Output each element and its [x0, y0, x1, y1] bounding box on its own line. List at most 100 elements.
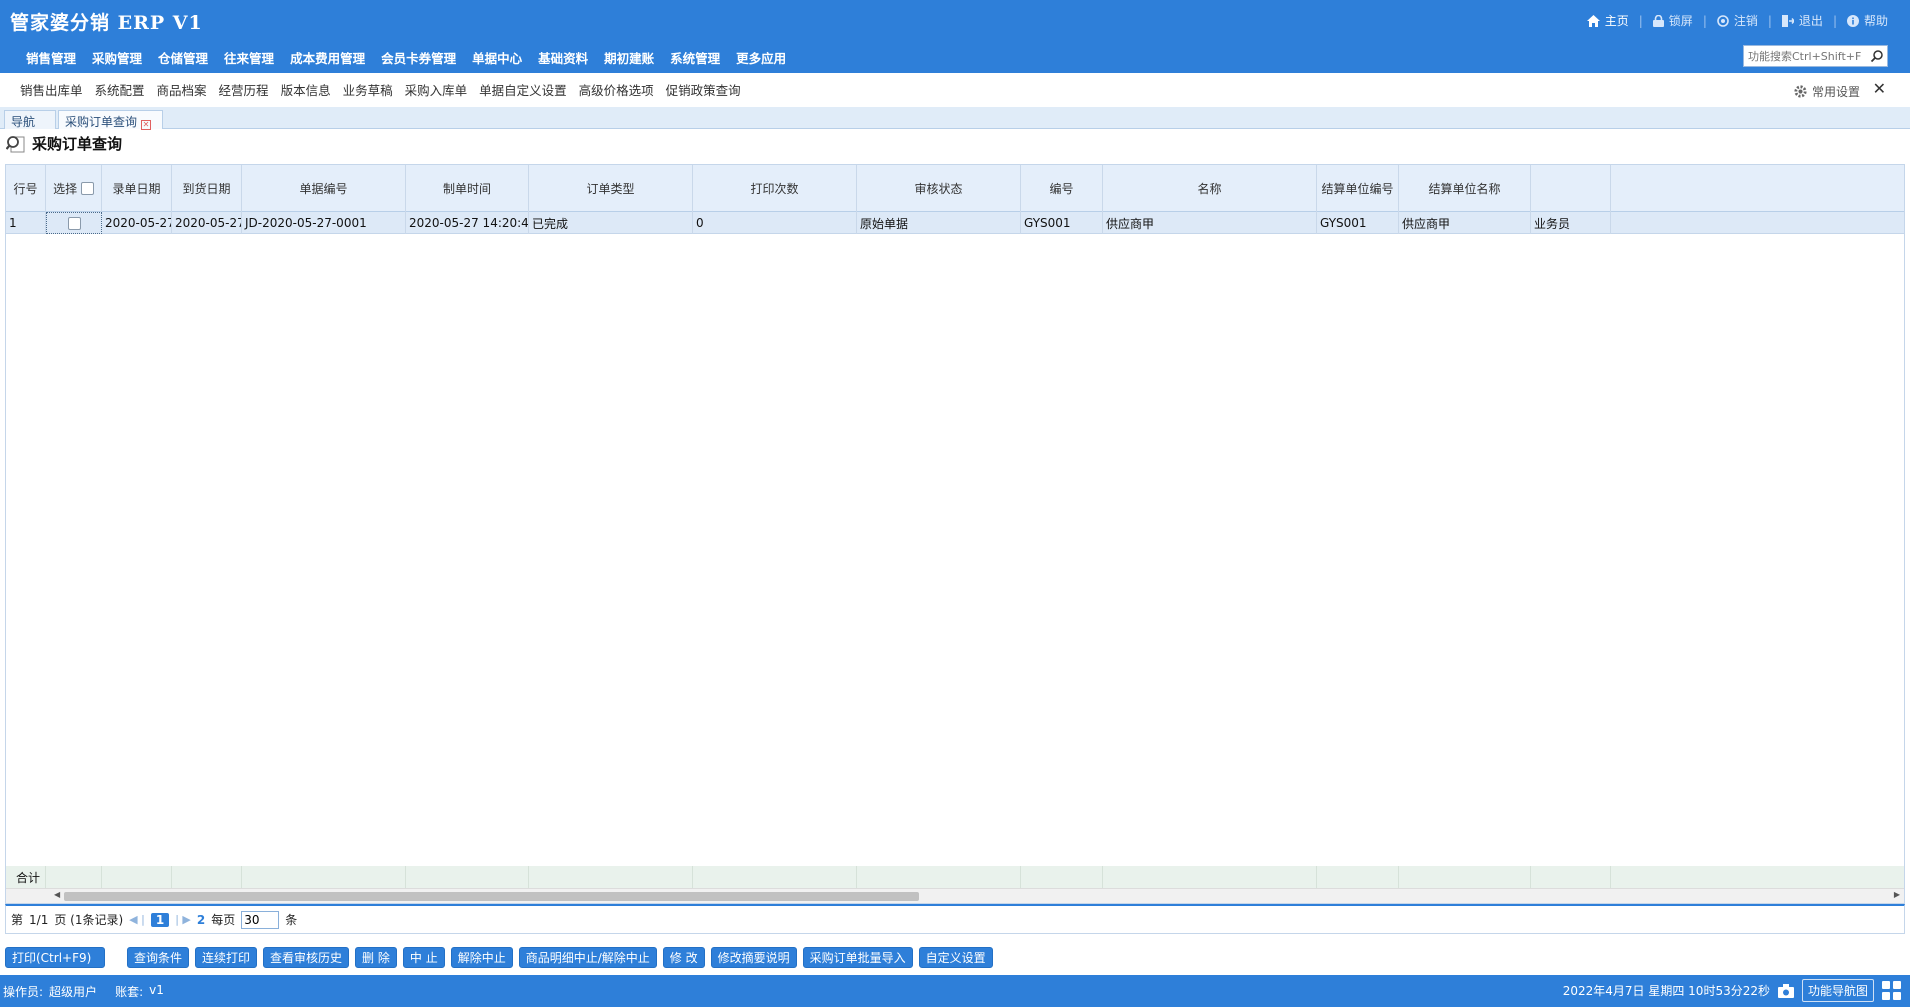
menu-purchase[interactable]: 采购管理	[84, 48, 150, 67]
menu-sales[interactable]: 销售管理	[18, 48, 84, 67]
next-page-icon[interactable]: | ▶	[175, 913, 191, 926]
help-icon	[1846, 14, 1859, 27]
cell-code: GYS001	[1021, 212, 1103, 234]
home-icon	[1586, 14, 1600, 27]
scroll-left-icon[interactable]: ◀	[54, 890, 60, 899]
menu-document-center[interactable]: 单据中心	[464, 48, 530, 67]
table-row[interactable]: 1 2020-05-27 2020-05-27 JD-2020-05-27-00…	[6, 212, 1904, 234]
grid-header: 行号 选择 录单日期 到货日期 单据编号 制单时间 订单类型 打印次数 审核状态…	[6, 165, 1904, 212]
prev-page-icon[interactable]: ◀ |	[129, 913, 145, 926]
lock-icon	[1652, 14, 1664, 27]
quick-link-product-archive[interactable]: 商品档案	[151, 80, 213, 99]
exit-link-label: 退出	[1798, 14, 1823, 28]
menu-system[interactable]: 系统管理	[662, 48, 728, 67]
per-page-unit: 条	[285, 913, 298, 927]
horizontal-scrollbar[interactable]: ◀ ▶	[6, 888, 1904, 903]
query-conditions-button[interactable]: 查询条件	[127, 947, 190, 968]
delete-button[interactable]: 删 除	[355, 947, 397, 968]
col-name[interactable]: 名称	[1103, 165, 1317, 212]
col-row-number[interactable]: 行号	[6, 165, 46, 212]
quick-link-doc-custom[interactable]: 单据自定义设置	[473, 80, 573, 99]
col-print-count[interactable]: 打印次数	[693, 165, 857, 212]
quick-link-purchase-inbound[interactable]: 采购入库单	[399, 80, 474, 99]
cell-print-count: 0	[693, 212, 857, 234]
status-bar: 操作员: 超级用户 账套: v1 2022年4月7日 星期四 10时53分22秒…	[0, 975, 1910, 1007]
menu-accounts[interactable]: 往来管理	[216, 48, 282, 67]
audit-history-button[interactable]: 查看审核历史	[263, 947, 350, 968]
grid-apps-icon[interactable]	[1882, 980, 1902, 1001]
menu-more-apps[interactable]: 更多应用	[728, 48, 794, 67]
tab-purchase-order-query[interactable]: 采购订单查询 ✕	[58, 110, 163, 130]
menu-opening-setup[interactable]: 期初建账	[596, 48, 662, 67]
per-page-input[interactable]	[241, 910, 280, 929]
account-label: 账套:	[115, 985, 144, 999]
col-settle-code[interactable]: 结算单位编号	[1317, 165, 1399, 212]
quick-link-version-info[interactable]: 版本信息	[275, 80, 337, 99]
suspend-button[interactable]: 中 止	[402, 947, 445, 968]
menu-warehouse[interactable]: 仓储管理	[150, 48, 216, 67]
col-arrival-date[interactable]: 到货日期	[172, 165, 242, 212]
search-doc-icon	[6, 135, 25, 152]
operator-name: 超级用户	[49, 985, 98, 999]
edit-button[interactable]: 修 改	[662, 947, 705, 968]
edit-summary-button[interactable]: 修改摘要说明	[710, 947, 797, 968]
help-link[interactable]: 帮助	[1837, 12, 1898, 29]
page-current[interactable]: 1	[150, 912, 170, 927]
row-checkbox[interactable]	[67, 216, 81, 230]
menu-cost-expense[interactable]: 成本费用管理	[282, 48, 373, 67]
page-next[interactable]: 2	[197, 913, 205, 927]
nav-map-button[interactable]: 功能导航图	[1801, 979, 1874, 1002]
select-all-checkbox[interactable]	[80, 182, 94, 195]
col-order-type[interactable]: 订单类型	[529, 165, 693, 212]
account-name: v1	[149, 983, 164, 997]
col-audit-status[interactable]: 审核状态	[857, 165, 1021, 212]
cell-audit-status: 原始单据	[857, 212, 1021, 234]
page-title: 采购订单查询	[6, 133, 122, 154]
cell-entry-date: 2020-05-27	[102, 212, 172, 234]
quick-link-promo-query[interactable]: 促销政策查询	[660, 80, 747, 99]
col-select[interactable]: 选择	[46, 165, 102, 212]
continuous-print-button[interactable]: 连续打印	[195, 947, 258, 968]
col-doc-number[interactable]: 单据编号	[242, 165, 406, 212]
common-settings-button[interactable]: 常用设置	[1793, 83, 1860, 100]
quick-link-sales-outbound[interactable]: 销售出库单	[14, 80, 89, 99]
function-search-input[interactable]	[1744, 46, 1862, 66]
quick-link-system-config[interactable]: 系统配置	[89, 80, 151, 99]
tab-navigation[interactable]: 导航	[4, 110, 56, 129]
lock-link[interactable]: 锁屏	[1643, 12, 1703, 29]
operator-label: 操作员:	[3, 985, 44, 999]
cell-select[interactable]	[46, 212, 102, 234]
menu-member-card[interactable]: 会员卡券管理	[373, 48, 464, 67]
col-settle-name[interactable]: 结算单位名称	[1399, 165, 1531, 212]
print-button[interactable]: 打印(Ctrl+F9)	[5, 947, 105, 968]
tab-close-icon[interactable]: ✕	[141, 120, 152, 130]
logout-link[interactable]: 注销	[1707, 12, 1768, 29]
item-suspend-resume-button[interactable]: 商品明细中止/解除中止	[518, 947, 657, 968]
quick-link-price-options[interactable]: 高级价格选项	[573, 80, 660, 99]
exit-link[interactable]: 退出	[1772, 12, 1833, 29]
scrollbar-thumb[interactable]	[64, 892, 919, 901]
cell-salesman: 业务员	[1531, 212, 1611, 234]
search-icon[interactable]	[1870, 49, 1884, 63]
col-entry-date[interactable]: 录单日期	[102, 165, 172, 212]
tab-purchase-order-query-label: 采购订单查询	[65, 115, 138, 129]
close-icon[interactable]: ✕	[1873, 79, 1886, 98]
custom-settings-button[interactable]: 自定义设置	[918, 947, 993, 968]
help-link-label: 帮助	[1863, 14, 1888, 28]
menu-basic-data[interactable]: 基础资料	[530, 48, 596, 67]
function-search	[1743, 45, 1888, 67]
quick-link-drafts[interactable]: 业务草稿	[337, 80, 399, 99]
quick-link-business-history[interactable]: 经营历程	[213, 80, 275, 99]
col-create-time[interactable]: 制单时间	[406, 165, 529, 212]
col-salesman[interactable]	[1531, 165, 1611, 212]
scroll-right-icon[interactable]: ▶	[1894, 890, 1900, 899]
col-code[interactable]: 编号	[1021, 165, 1103, 212]
batch-import-button[interactable]: 采购订单批量导入	[802, 947, 913, 968]
home-link[interactable]: 主页	[1577, 12, 1639, 29]
app-title: 管家婆分销 ERP V1	[10, 12, 203, 34]
resume-button[interactable]: 解除中止	[450, 947, 513, 968]
camera-icon[interactable]	[1777, 983, 1794, 998]
logout-link-label: 注销	[1733, 14, 1758, 28]
pager-record-info: 页 (1条记录)	[54, 913, 124, 927]
pager-prefix: 第	[11, 913, 24, 927]
